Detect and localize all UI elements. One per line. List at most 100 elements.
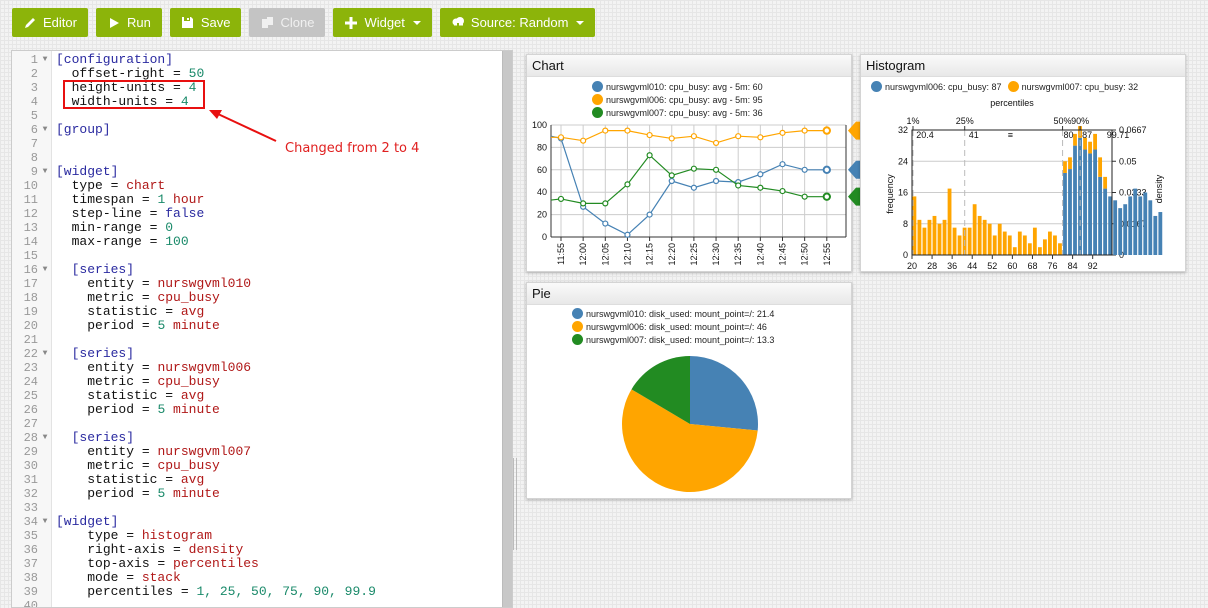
code-line[interactable]: 9 ▼ [widget] [12, 165, 502, 180]
x-tick-label: 11:55 [556, 243, 566, 265]
code-line[interactable]: 35 type = histogram [12, 529, 502, 544]
code-line[interactable]: 39 percentiles = 1, 25, 50, 75, 90, 99.9 [12, 584, 502, 600]
token: entity = [87, 276, 158, 291]
data-point [757, 134, 764, 141]
widget-dropdown-button[interactable]: Widget [333, 8, 432, 37]
code-line[interactable]: 14 max-range = 100 [12, 235, 502, 250]
histogram-bar-orange [1103, 176, 1108, 189]
token: avg [180, 304, 205, 319]
code-line[interactable]: 6 ▼ [group] [12, 123, 502, 138]
code-line[interactable]: 18 metric = cpu_busy [12, 290, 502, 306]
line-content [52, 109, 56, 123]
code-lines[interactable]: 1 ▼ [configuration] 2 offset-right = 50 3 he… [12, 53, 502, 608]
code-line[interactable]: 36 right-axis = density [12, 543, 502, 558]
code-line[interactable]: 32 period = 5 minute [12, 486, 502, 502]
code-line[interactable]: 24 metric = cpu_busy [12, 375, 502, 390]
data-point [646, 131, 653, 139]
token: minute [165, 402, 220, 417]
code-line[interactable]: 40 [12, 599, 502, 607]
histogram-bar-blue [1073, 145, 1077, 255]
code-line[interactable]: 34 ▼ [widget] [12, 515, 502, 530]
code-line[interactable]: 38 mode = stack [12, 571, 502, 586]
token: cpu_busy [157, 290, 220, 305]
run-button[interactable]: Run [95, 8, 162, 37]
histogram-bar-orange [967, 227, 972, 255]
fold-toggle-icon[interactable]: ▼ [38, 263, 52, 277]
code-line[interactable]: 23 entity = nurswgvml006 [12, 361, 502, 376]
fold-toggle-icon[interactable]: ▼ [38, 53, 52, 67]
histogram-bar-orange [942, 219, 947, 255]
token: cpu_busy [157, 458, 220, 473]
fold-toggle-icon[interactable]: ▼ [38, 123, 52, 137]
code-line[interactable]: 25 statistic = avg [12, 389, 502, 404]
token: timespan = [71, 192, 158, 207]
code-editor[interactable]: 1 ▼ [configuration] 2 offset-right = 50 3 he… [11, 50, 513, 608]
histogram-bar-blue [1153, 215, 1158, 255]
code-line[interactable]: 30 metric = cpu_busy [12, 458, 502, 474]
x-tick-label: 12:25 [689, 243, 699, 266]
pane-splitter-handle[interactable] [513, 458, 517, 550]
line-content [52, 599, 56, 607]
code-line[interactable]: 20 period = 5 minute [12, 319, 502, 334]
code-line[interactable]: 1 ▼ [configuration] [12, 53, 502, 68]
code-line[interactable]: 5 [12, 109, 502, 123]
histogram-bar-orange [1053, 235, 1057, 255]
code-line[interactable]: 13 min-range = 0 [12, 221, 502, 236]
line-number: 13 [23, 221, 38, 235]
line-number: 34 [23, 515, 38, 529]
code-line[interactable]: 37 top-axis = percentiles [12, 557, 502, 572]
data-point [779, 129, 786, 136]
histogram-bar-orange [922, 227, 927, 255]
fold-toggle-icon[interactable]: ▼ [38, 347, 52, 361]
token: 1, 25, 50, 75, 90, 99.9 [196, 584, 376, 599]
code-line[interactable]: 16 ▼ [series] [12, 263, 502, 278]
code-line[interactable]: 12 step-line = false [12, 206, 502, 222]
save-button[interactable]: Save [169, 8, 242, 37]
code-line[interactable]: 28 ▼ [series] [12, 431, 502, 446]
clone-button[interactable]: Clone [249, 8, 326, 37]
fold-toggle-icon[interactable]: ▼ [38, 165, 52, 179]
fold-toggle-icon[interactable]: ▼ [38, 431, 52, 445]
fold-toggle-icon[interactable]: ▼ [38, 515, 52, 529]
code-line[interactable]: 31 statistic = avg [12, 472, 502, 488]
editor-button-label: Editor [43, 15, 77, 30]
line-content: timespan = 1 hour [52, 192, 205, 207]
data-point [668, 172, 675, 179]
token: statistic = [87, 472, 181, 487]
code-line[interactable]: 19 statistic = avg [12, 304, 502, 320]
code-line[interactable]: 15 [12, 249, 502, 263]
histogram-bar-blue [1128, 196, 1133, 255]
histogram-bar-blue [1133, 188, 1138, 255]
code-line[interactable]: 2 offset-right = 50 [12, 67, 502, 82]
code-line[interactable]: 22 ▼ [series] [12, 347, 502, 362]
code-line[interactable]: 21 [12, 333, 502, 347]
editor-button[interactable]: Editor [12, 8, 88, 37]
code-line[interactable]: 26 period = 5 minute [12, 403, 502, 418]
line-content: period = 5 minute [52, 403, 220, 417]
source-dropdown-button[interactable]: Source: Random [439, 8, 596, 37]
editor-scrollbar[interactable] [502, 51, 512, 607]
floppy-icon [181, 16, 195, 30]
series-line [550, 154, 827, 204]
data-point [580, 137, 587, 144]
code-line[interactable]: 29 entity = nurswgvml007 [12, 445, 502, 460]
code-line[interactable]: 7 [12, 137, 502, 151]
code-line[interactable]: 11 timespan = 1 hour [12, 192, 502, 208]
x-tick-label: 44 [967, 261, 977, 271]
code-line[interactable]: 17 entity = nurswgvml010 [12, 276, 502, 292]
line-chart: 0 20 40 60 80 100 11:55 12:00 12:05 12:10 12:15 12:… [532, 120, 884, 266]
code-line[interactable]: 10 type = chart [12, 179, 502, 194]
code-line[interactable]: 33 [12, 501, 502, 515]
code-line[interactable]: 8 [12, 151, 502, 165]
token: hour [165, 192, 205, 207]
code-line[interactable]: 27 [12, 417, 502, 431]
line-number: 12 [23, 207, 38, 221]
line-number: 17 [23, 277, 38, 291]
